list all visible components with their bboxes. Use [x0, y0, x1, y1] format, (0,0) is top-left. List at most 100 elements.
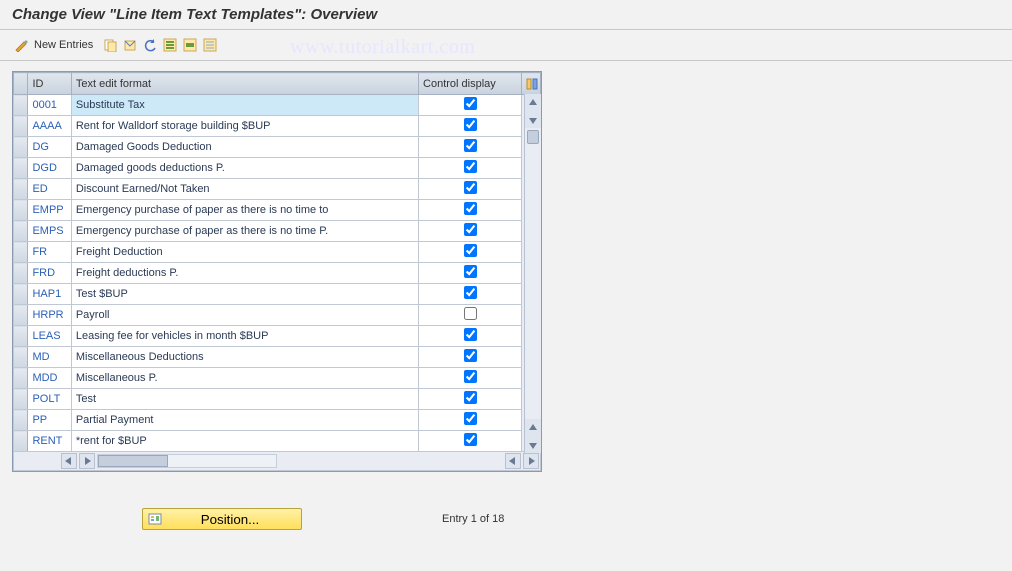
row-selector[interactable]	[14, 284, 28, 305]
row-selector[interactable]	[14, 95, 28, 116]
control-display-checkbox[interactable]	[464, 139, 477, 152]
cell-id[interactable]: MD	[28, 347, 71, 368]
cell-id[interactable]: ED	[28, 179, 71, 200]
column-header-control[interactable]: Control display	[419, 73, 522, 95]
cell-control-display[interactable]	[419, 263, 522, 284]
cell-id[interactable]: DG	[28, 137, 71, 158]
vscroll-thumb[interactable]	[527, 130, 539, 144]
control-display-checkbox[interactable]	[464, 370, 477, 383]
cell-control-display[interactable]	[419, 389, 522, 410]
control-display-checkbox[interactable]	[464, 97, 477, 110]
cell-control-display[interactable]	[419, 242, 522, 263]
position-button[interactable]: Position...	[142, 508, 302, 530]
cell-id[interactable]: 0001	[28, 95, 71, 116]
cell-id[interactable]: LEAS	[28, 326, 71, 347]
cell-control-display[interactable]	[419, 284, 522, 305]
row-selector[interactable]	[14, 305, 28, 326]
control-display-checkbox[interactable]	[464, 223, 477, 236]
cell-control-display[interactable]	[419, 368, 522, 389]
hscroll-col-left-button[interactable]	[505, 453, 521, 469]
cell-control-display[interactable]	[419, 158, 522, 179]
undo-change-icon[interactable]	[141, 36, 159, 54]
cell-id[interactable]: POLT	[28, 389, 71, 410]
cell-text[interactable]: Emergency purchase of paper as there is …	[71, 200, 418, 221]
control-display-checkbox[interactable]	[464, 328, 477, 341]
vscroll-track[interactable]	[525, 128, 541, 419]
cell-control-display[interactable]	[419, 95, 522, 116]
hscroll-right-button[interactable]	[79, 453, 95, 469]
control-display-checkbox[interactable]	[464, 433, 477, 446]
delete-icon[interactable]	[121, 36, 139, 54]
cell-id[interactable]: FR	[28, 242, 71, 263]
vscroll-down-button[interactable]	[525, 111, 541, 128]
cell-id[interactable]: AAAA	[28, 116, 71, 137]
cell-id[interactable]: FRD	[28, 263, 71, 284]
control-display-checkbox[interactable]	[464, 244, 477, 257]
cell-control-display[interactable]	[419, 410, 522, 431]
configure-columns-button[interactable]	[522, 73, 541, 95]
cell-id[interactable]: EMPP	[28, 200, 71, 221]
row-selector[interactable]	[14, 410, 28, 431]
row-selector[interactable]	[14, 263, 28, 284]
vertical-scrollbar[interactable]	[524, 94, 541, 453]
select-all-icon[interactable]	[161, 36, 179, 54]
cell-id[interactable]: MDD	[28, 368, 71, 389]
cell-id[interactable]: EMPS	[28, 221, 71, 242]
row-selector[interactable]	[14, 347, 28, 368]
row-selector[interactable]	[14, 368, 28, 389]
control-display-checkbox[interactable]	[464, 349, 477, 362]
cell-text[interactable]: Test	[71, 389, 418, 410]
cell-text[interactable]: Emergency purchase of paper as there is …	[71, 221, 418, 242]
cell-id[interactable]: RENT	[28, 431, 71, 452]
control-display-checkbox[interactable]	[464, 412, 477, 425]
control-display-checkbox[interactable]	[464, 181, 477, 194]
cell-text[interactable]: Rent for Walldorf storage building $BUP	[71, 116, 418, 137]
cell-text[interactable]: Damaged goods deductions P.	[71, 158, 418, 179]
cell-text[interactable]: *rent for $BUP	[71, 431, 418, 452]
vscroll-up-button[interactable]	[525, 94, 541, 111]
row-selector[interactable]	[14, 179, 28, 200]
row-selector[interactable]	[14, 158, 28, 179]
cell-control-display[interactable]	[419, 200, 522, 221]
copy-as-icon[interactable]	[101, 36, 119, 54]
cell-text[interactable]: Substitute Tax	[71, 95, 418, 116]
cell-control-display[interactable]	[419, 116, 522, 137]
cell-control-display[interactable]	[419, 305, 522, 326]
vscroll-page-down-button[interactable]	[529, 436, 537, 453]
new-entries-button[interactable]: New Entries	[32, 39, 99, 51]
cell-control-display[interactable]	[419, 179, 522, 200]
cell-text[interactable]: Test $BUP	[71, 284, 418, 305]
row-selector[interactable]	[14, 116, 28, 137]
control-display-checkbox[interactable]	[464, 391, 477, 404]
cell-id[interactable]: HAP1	[28, 284, 71, 305]
cell-text[interactable]: Discount Earned/Not Taken	[71, 179, 418, 200]
cell-control-display[interactable]	[419, 221, 522, 242]
row-selector[interactable]	[14, 137, 28, 158]
cell-control-display[interactable]	[419, 326, 522, 347]
cell-text[interactable]: Miscellaneous P.	[71, 368, 418, 389]
row-selector[interactable]	[14, 326, 28, 347]
cell-id[interactable]: HRPR	[28, 305, 71, 326]
row-selector[interactable]	[14, 431, 28, 452]
control-display-checkbox[interactable]	[464, 202, 477, 215]
cell-text[interactable]: Damaged Goods Deduction	[71, 137, 418, 158]
cell-control-display[interactable]	[419, 137, 522, 158]
cell-text[interactable]: Leasing fee for vehicles in month $BUP	[71, 326, 418, 347]
row-selector[interactable]	[14, 389, 28, 410]
column-header-text[interactable]: Text edit format	[71, 73, 418, 95]
column-header-id[interactable]: ID	[28, 73, 71, 95]
hscroll-thumb[interactable]	[98, 455, 168, 467]
cell-text[interactable]: Miscellaneous Deductions	[71, 347, 418, 368]
cell-text[interactable]: Freight deductions P.	[71, 263, 418, 284]
deselect-all-icon[interactable]	[201, 36, 219, 54]
control-display-checkbox[interactable]	[464, 265, 477, 278]
cell-text[interactable]: Freight Deduction	[71, 242, 418, 263]
select-block-icon[interactable]	[181, 36, 199, 54]
cell-control-display[interactable]	[419, 347, 522, 368]
control-display-checkbox[interactable]	[464, 307, 477, 320]
control-display-checkbox[interactable]	[464, 118, 477, 131]
cell-id[interactable]: PP	[28, 410, 71, 431]
row-selector[interactable]	[14, 221, 28, 242]
cell-text[interactable]: Partial Payment	[71, 410, 418, 431]
vscroll-page-up-button[interactable]	[529, 419, 537, 436]
